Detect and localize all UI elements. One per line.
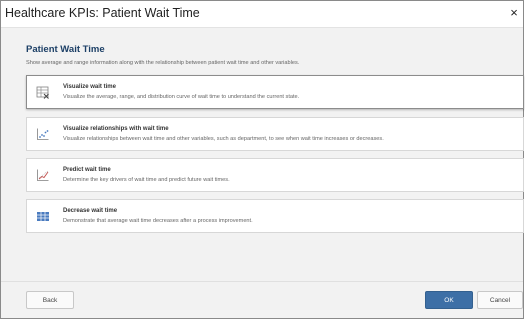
close-icon[interactable]: ×: [507, 5, 521, 21]
option-description: Visualize the average, range, and distri…: [63, 94, 300, 100]
option-title: Decrease wait time: [63, 208, 118, 214]
page-subtitle: Show average and range information along…: [26, 60, 300, 66]
grid-icon: [37, 212, 49, 221]
table-icon: [36, 86, 49, 99]
option-title: Visualize wait time: [63, 84, 116, 90]
window-title: Healthcare KPIs: Patient Wait Time: [5, 6, 200, 20]
dialog-footer: Back OK Cancel: [1, 281, 523, 318]
cancel-button[interactable]: Cancel: [477, 291, 523, 309]
option-description: Determine the key drivers of wait time a…: [63, 177, 230, 183]
option-description: Visualize relationships between wait tim…: [63, 136, 384, 142]
trend-chart-icon: [37, 169, 49, 181]
scatter-chart-icon: [37, 128, 49, 140]
option-title: Predict wait time: [63, 167, 111, 173]
page-title: Patient Wait Time: [26, 44, 105, 55]
ok-button[interactable]: OK: [425, 291, 473, 309]
option-visualize-wait-time[interactable]: Visualize wait time Visualize the averag…: [26, 75, 524, 109]
back-button[interactable]: Back: [26, 291, 74, 309]
option-visualize-relationships[interactable]: Visualize relationships with wait time V…: [26, 117, 524, 151]
option-decrease-wait-time[interactable]: Decrease wait time Demonstrate that aver…: [26, 199, 524, 233]
option-predict-wait-time[interactable]: Predict wait time Determine the key driv…: [26, 158, 524, 192]
option-description: Demonstrate that average wait time decre…: [63, 218, 253, 224]
wizard-dialog: Healthcare KPIs: Patient Wait Time × Pat…: [0, 0, 524, 319]
title-bar: Healthcare KPIs: Patient Wait Time ×: [1, 1, 523, 28]
option-title: Visualize relationships with wait time: [63, 126, 169, 132]
